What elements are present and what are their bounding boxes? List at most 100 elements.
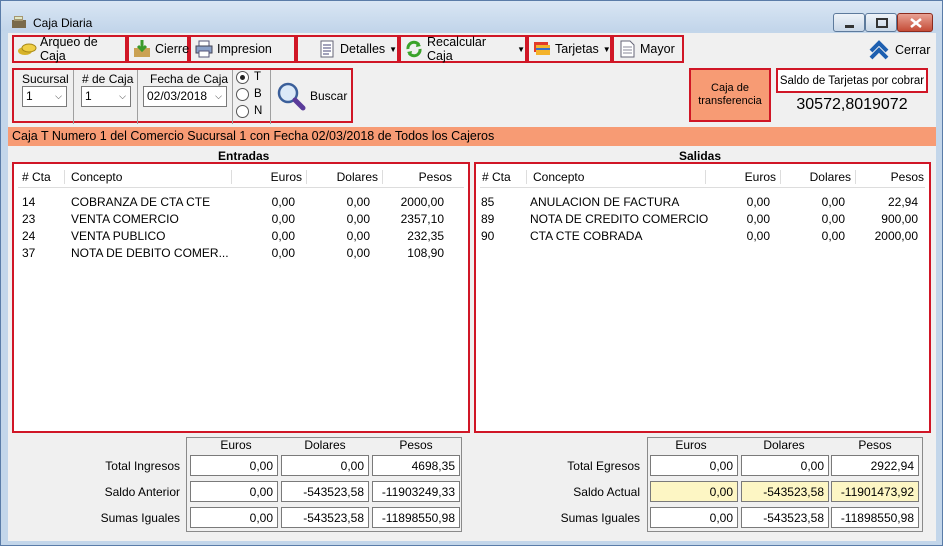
radio-b[interactable]	[236, 88, 249, 101]
totals-dolares-field[interactable]: -543523,58	[741, 481, 829, 502]
refresh-icon	[406, 40, 422, 58]
totals-dolares-field[interactable]: -543523,58	[281, 507, 369, 528]
cell-dolares: 0,00	[821, 212, 845, 226]
radio-t[interactable]	[236, 71, 249, 84]
printer-icon	[195, 40, 213, 58]
minimize-button[interactable]	[833, 13, 865, 32]
maximize-button[interactable]	[865, 13, 897, 32]
close-icon	[910, 18, 922, 28]
table-row[interactable]: 24 VENTA PUBLICO 0,00 0,00 232,35	[14, 229, 468, 246]
salidas-title: Salidas	[679, 149, 722, 163]
salidas-header: # Cta Concepto Euros Dolares Pesos	[480, 166, 925, 188]
totals-left-dolares-header: Dolares	[304, 438, 346, 452]
cash-register-icon	[12, 16, 26, 28]
table-row[interactable]: 89 NOTA DE CREDITO COMERCIO 0,00 0,00 900,00	[476, 212, 929, 229]
cell-cta: 14	[22, 195, 36, 209]
sucursal-label: Sucursal	[22, 72, 69, 86]
totals-dolares-field[interactable]: 0,00	[281, 455, 369, 476]
col-concepto[interactable]: Concepto	[64, 170, 214, 184]
totals-euros-field[interactable]: 0,00	[650, 455, 738, 476]
col-pesos[interactable]: Pesos	[382, 170, 456, 184]
tarjetas-button[interactable]: Tarjetas ▼	[527, 35, 612, 63]
cell-dolares: 0,00	[821, 229, 845, 243]
detalles-button[interactable]: Detalles ▼	[296, 35, 399, 63]
caja-transferencia-button[interactable]: Caja de transferencia	[689, 68, 771, 122]
cierre-button[interactable]: Cierre	[127, 35, 189, 63]
cell-euros: 0,00	[271, 212, 295, 226]
cell-dolares: 0,00	[346, 212, 370, 226]
arqueo-button[interactable]: Arqueo de Caja	[12, 35, 127, 63]
totals-pesos-field[interactable]: -11898550,98	[831, 507, 919, 528]
col-cta[interactable]: # Cta	[482, 170, 511, 184]
coins-icon	[18, 43, 37, 55]
cell-cta: 23	[22, 212, 36, 226]
totals-dolares-field[interactable]: -543523,58	[281, 481, 369, 502]
totals-euros-field[interactable]: 0,00	[650, 481, 738, 502]
title-bar: Caja Diaria	[1, 1, 942, 32]
cell-cta: 85	[481, 195, 495, 209]
totals-pesos-field[interactable]: 2922,94	[831, 455, 919, 476]
col-concepto[interactable]: Concepto	[526, 170, 676, 184]
totals-left-euros-header: Euros	[220, 438, 252, 452]
cell-euros: 0,00	[746, 229, 770, 243]
cierre-label: Cierre	[155, 42, 190, 56]
table-row[interactable]: 90 CTA CTE COBRADA 0,00 0,00 2000,00	[476, 229, 929, 246]
totals-pesos-field[interactable]: -11898550,98	[372, 507, 460, 528]
col-euros[interactable]: Euros	[231, 170, 306, 184]
cell-euros: 0,00	[271, 229, 295, 243]
radio-b-label: B	[254, 88, 262, 100]
totals-dolares-field[interactable]: 0,00	[741, 455, 829, 476]
recalcular-label: Recalcular Caja	[427, 35, 487, 63]
buscar-label: Buscar	[310, 89, 348, 103]
caja-select[interactable]: 1 ⌵	[81, 86, 131, 107]
salidas-grid[interactable]: # Cta Concepto Euros Dolares Pesos 85 ANU…	[474, 162, 931, 433]
table-row[interactable]: 37 NOTA DE DEBITO COMER... 0,00 0,00 108,90	[14, 246, 468, 263]
table-row[interactable]: 23 VENTA COMERCIO 0,00 0,00 2357,10	[14, 212, 468, 229]
cell-concepto: VENTA PUBLICO	[71, 229, 166, 243]
radio-n[interactable]	[236, 105, 249, 118]
table-row[interactable]: 14 COBRANZA DE CTA CTE 0,00 0,00 2000,00	[14, 195, 468, 212]
col-dolares[interactable]: Dolares	[780, 170, 855, 184]
cell-euros: 0,00	[271, 195, 295, 209]
totals-euros-field[interactable]: 0,00	[650, 507, 738, 528]
fecha-picker[interactable]: 02/03/2018 ⌵	[143, 86, 227, 107]
totals-euros-field[interactable]: 0,00	[190, 507, 278, 528]
totals-pesos-field[interactable]: -11903249,33	[372, 481, 460, 502]
buscar-button[interactable]: Buscar	[276, 72, 351, 120]
cell-pesos: 22,94	[887, 195, 918, 209]
caja-label: # de Caja	[82, 72, 134, 86]
cerrar-button[interactable]: Cerrar	[868, 39, 930, 61]
detalles-label: Detalles	[340, 42, 386, 56]
cell-cta: 89	[481, 212, 495, 226]
chevron-down-icon: ⌵	[55, 91, 62, 101]
cell-euros: 0,00	[271, 246, 295, 260]
magnifier-icon	[277, 82, 306, 111]
mayor-button[interactable]: Mayor	[612, 35, 684, 63]
cell-pesos: 108,90	[407, 246, 444, 260]
col-dolares[interactable]: Dolares	[306, 170, 382, 184]
close-window-button[interactable]	[897, 13, 933, 32]
sucursal-select[interactable]: 1 ⌵	[22, 86, 67, 107]
totals-right-dolares-header: Dolares	[763, 438, 805, 452]
impresion-button[interactable]: Impresion	[189, 35, 296, 63]
totals-pesos-field[interactable]: -11901473,92	[831, 481, 919, 502]
cell-dolares: 0,00	[346, 229, 370, 243]
totals-euros-field[interactable]: 0,00	[190, 481, 278, 502]
totals-dolares-field[interactable]: -543523,58	[741, 507, 829, 528]
cerrar-label: Cerrar	[895, 43, 931, 57]
cell-concepto: CTA CTE COBRADA	[530, 229, 643, 243]
table-row[interactable]: 85 ANULACION DE FACTURA 0,00 0,00 22,94	[476, 195, 929, 212]
col-euros[interactable]: Euros	[705, 170, 780, 184]
cell-pesos: 900,00	[881, 212, 918, 226]
sucursal-value: 1	[26, 89, 33, 103]
totals-euros-field[interactable]: 0,00	[190, 455, 278, 476]
recalcular-button[interactable]: Recalcular Caja ▼	[399, 35, 527, 63]
entradas-grid[interactable]: # Cta Concepto Euros Dolares Pesos 14 COB…	[12, 162, 470, 433]
cell-dolares: 0,00	[346, 246, 370, 260]
filter-panel: Sucursal 1 ⌵ # de Caja 1 ⌵ Fecha de Caja 0…	[12, 68, 353, 124]
totals-pesos-field[interactable]: 4698,35	[372, 455, 460, 476]
entradas-header: # Cta Concepto Euros Dolares Pesos	[18, 166, 464, 188]
col-cta[interactable]: # Cta	[22, 170, 51, 184]
col-pesos[interactable]: Pesos	[855, 170, 928, 184]
radio-n-label: N	[254, 105, 263, 117]
